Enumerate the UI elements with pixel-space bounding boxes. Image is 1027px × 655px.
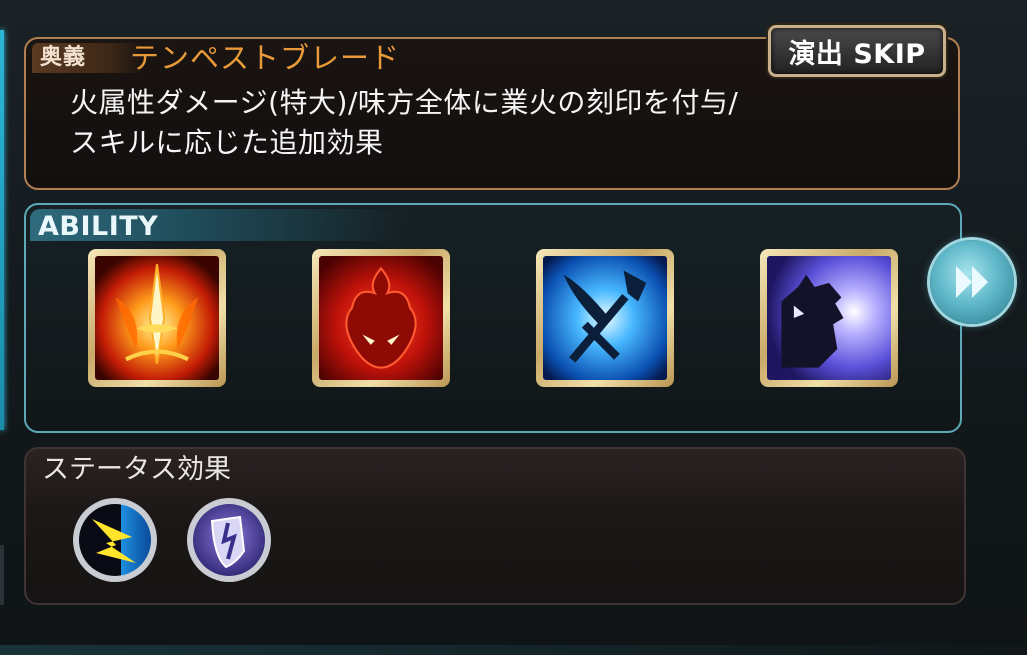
ability-header: ABILITY	[38, 211, 159, 242]
wolf-howl-icon	[767, 256, 891, 380]
status-effects-header: ステータス効果	[42, 454, 231, 485]
ougi-description-line1: 火属性ダメージ(特大)/味方全体に業火の刻印を付与/	[70, 86, 739, 119]
ougi-tag: 奥義 テンペストブレード	[32, 41, 399, 75]
flame-sword-icon	[95, 256, 219, 380]
ability-slot-4[interactable]	[760, 249, 898, 387]
ougi-description: 火属性ダメージ(特大)/味方全体に業火の刻印を付与/ スキルに応じた追加効果	[70, 83, 930, 163]
left-edge-accent-lower	[0, 545, 4, 605]
skip-button-label: 演出 SKIP	[788, 38, 926, 70]
status-effect-2[interactable]	[184, 495, 274, 585]
left-edge-accent	[0, 30, 4, 430]
crossed-axe-sword-icon	[543, 256, 667, 380]
ability-panel: ABILITY	[24, 203, 962, 433]
status-effects-panel: ステータス効果	[24, 447, 966, 605]
shield-buff-icon	[187, 498, 271, 582]
fast-forward-icon	[956, 266, 988, 298]
lightning-buff-icon	[73, 498, 157, 582]
ougi-tag-label: 奥義	[40, 45, 87, 70]
ability-slot-3[interactable]	[536, 249, 674, 387]
next-page-button[interactable]	[930, 240, 1014, 324]
ability-header-bar: ABILITY	[30, 209, 410, 242]
bottom-glow	[0, 645, 1027, 655]
fire-demon-icon	[319, 256, 443, 380]
skip-animation-button[interactable]: 演出 SKIP	[768, 25, 946, 77]
status-effect-1[interactable]	[70, 495, 160, 585]
ougi-name: テンペストブレード	[130, 41, 401, 75]
ougi-description-line2: スキルに応じた追加効果	[70, 126, 384, 159]
ability-slot-2[interactable]	[312, 249, 450, 387]
ability-slot-1[interactable]	[88, 249, 226, 387]
